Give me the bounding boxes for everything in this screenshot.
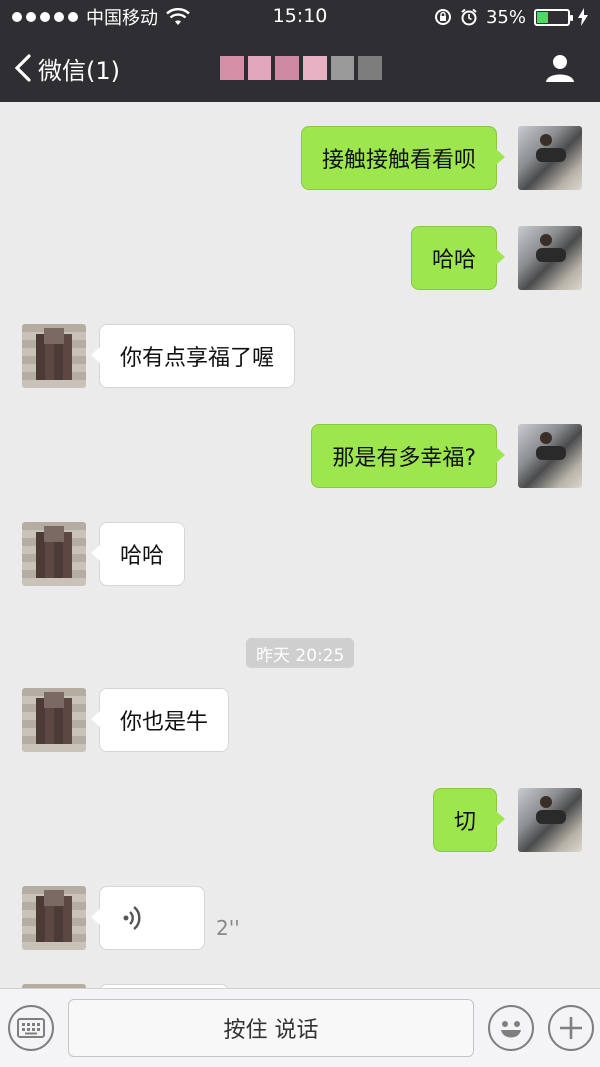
- message-text: 接触接触看看呗: [321, 148, 476, 173]
- message-bubble-sent[interactable]: 接触接触看看呗: [300, 126, 506, 190]
- message-text: 你有点享福了喔: [120, 346, 275, 371]
- voice-message-bubble[interactable]: [91, 886, 205, 950]
- person-icon: [546, 55, 574, 82]
- message-bubble-sent[interactable]: 哈哈: [410, 226, 506, 290]
- my-avatar[interactable]: [518, 788, 582, 852]
- message-bubble-received[interactable]: 哈哈: [90, 522, 186, 586]
- contact-avatar[interactable]: [22, 886, 86, 950]
- emoji-button[interactable]: [488, 1005, 534, 1051]
- battery-level: [537, 11, 548, 23]
- add-attachment-button[interactable]: [548, 1005, 594, 1051]
- contact-avatar[interactable]: [22, 324, 86, 388]
- keyboard-icon: [17, 1018, 45, 1038]
- message-list[interactable]: 接触接触看看呗 哈哈 你有点享福了喔 那是有多幸福? 哈哈 昨天 20:25 你…: [0, 102, 600, 988]
- timestamp-badge: 昨天 20:25: [246, 638, 355, 668]
- hold-to-talk-button[interactable]: 按住 说话: [68, 999, 474, 1057]
- status-bar: 中国移动 15:10 35%: [0, 0, 600, 34]
- voice-duration: 2'': [216, 916, 240, 940]
- keyboard-toggle-button[interactable]: [8, 1005, 54, 1051]
- plus-icon: [560, 1017, 582, 1039]
- battery-icon: [534, 8, 573, 26]
- my-avatar[interactable]: [518, 126, 582, 190]
- contact-avatar[interactable]: [22, 688, 86, 752]
- input-bar: 按住 说话: [0, 988, 600, 1067]
- my-avatar[interactable]: [518, 424, 582, 488]
- back-label: 微信(1): [38, 56, 120, 85]
- back-button[interactable]: 微信(1): [14, 51, 120, 86]
- chevron-left-icon: [14, 54, 31, 82]
- contact-info-button[interactable]: [544, 52, 576, 84]
- message-bubble-sent[interactable]: 那是有多幸福?: [311, 424, 505, 488]
- contact-name-pixelated: [220, 56, 383, 80]
- message-text: 哈哈: [431, 248, 476, 273]
- contact-avatar[interactable]: [22, 522, 86, 586]
- voice-wave-icon: [123, 906, 141, 930]
- message-bubble-received[interactable]: 你也是牛: [90, 688, 230, 752]
- status-time: 15:10: [272, 5, 328, 27]
- my-avatar[interactable]: [518, 226, 582, 290]
- emoji-icon: [501, 1021, 521, 1038]
- message-text: 哈哈: [120, 544, 165, 569]
- chat-screen: 中国移动 15:10 35% 微信(1) 接触接触看看呗 哈哈 你有点享福了喔 …: [0, 0, 600, 1067]
- message-text: 那是有多幸福?: [332, 446, 476, 471]
- message-bubble-received[interactable]: 你有点享福了喔: [90, 324, 296, 388]
- message-bubble-sent[interactable]: 切: [432, 788, 506, 852]
- navigation-bar: 微信(1): [0, 34, 600, 102]
- message-text: 切: [453, 810, 476, 835]
- header: 中国移动 15:10 35% 微信(1): [0, 0, 600, 102]
- message-text: 你也是牛: [120, 710, 209, 735]
